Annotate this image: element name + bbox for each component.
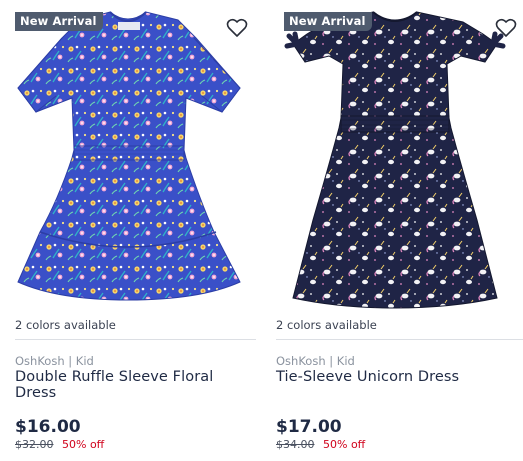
product-card[interactable]: New Arrival 2 colors available OshKosh |… [0, 0, 256, 461]
divider [276, 339, 523, 340]
new-arrival-badge: New Arrival [284, 12, 372, 31]
original-price: $34.00 [276, 438, 315, 451]
product-title[interactable]: Double Ruffle Sleeve Floral Dress [15, 369, 256, 401]
discount-label: 50% off [62, 438, 105, 451]
product-grid: New Arrival 2 colors available OshKosh |… [0, 0, 523, 461]
colors-available[interactable]: 2 colors available [15, 318, 116, 332]
discount-label: 50% off [323, 438, 366, 451]
original-price: $32.00 [15, 438, 54, 451]
price-details: $32.00 50% off [15, 438, 104, 451]
new-arrival-badge: New Arrival [15, 12, 103, 31]
product-title[interactable]: Tie-Sleeve Unicorn Dress [276, 369, 459, 385]
brand-label: OshKosh | Kid [276, 354, 355, 368]
product-card[interactable]: New Arrival 2 colors available OshKosh |… [267, 0, 523, 461]
heart-outline-icon[interactable] [226, 18, 248, 38]
brand-label: OshKosh | Kid [15, 354, 94, 368]
price-details: $34.00 50% off [276, 438, 365, 451]
sale-price: $16.00 [15, 417, 81, 437]
product-image[interactable]: New Arrival [0, 0, 256, 313]
colors-available[interactable]: 2 colors available [276, 318, 377, 332]
product-image[interactable]: New Arrival [267, 0, 523, 313]
heart-outline-icon[interactable] [495, 18, 517, 38]
divider [15, 339, 256, 340]
sale-price: $17.00 [276, 417, 342, 437]
